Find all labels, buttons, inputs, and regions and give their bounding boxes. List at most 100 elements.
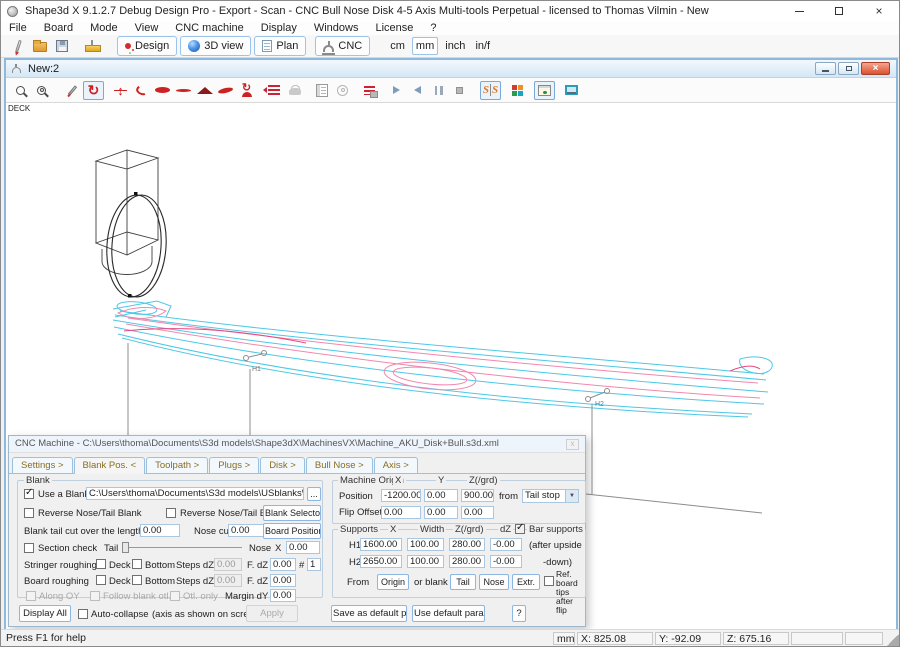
color-panels-button[interactable]	[507, 81, 528, 100]
slider-handle[interactable]	[122, 542, 129, 553]
origin-button[interactable]: Origin	[377, 574, 409, 590]
minimize-button[interactable]	[779, 1, 819, 21]
board-position-button[interactable]: Board Position	[263, 523, 321, 539]
h2-dz-field[interactable]: -0.00	[490, 555, 522, 568]
h1-x-field[interactable]: 1600.00	[360, 538, 402, 551]
flip-y-field[interactable]: 0.00	[424, 506, 458, 519]
h2-width-field[interactable]: 100.00	[407, 555, 444, 568]
from-dropdown[interactable]: Tail stop ▼	[522, 489, 579, 503]
dialog-titlebar[interactable]: CNC Machine - C:\Users\thoma\Documents\S…	[9, 436, 585, 453]
3d-view-button[interactable]: 3D view	[180, 36, 251, 56]
open-button[interactable]	[29, 36, 51, 56]
extr-button[interactable]: Extr.	[512, 574, 540, 590]
scale-vertical-button[interactable]: ↕	[110, 81, 131, 100]
tab-bull-nose[interactable]: Bull Nose >	[306, 457, 373, 473]
bar-supports-checkbox[interactable]	[515, 524, 525, 534]
h1-z-field[interactable]: 280.00	[449, 538, 485, 551]
profile-view-button[interactable]	[173, 81, 194, 100]
save-default-button[interactable]: Save as default param.	[331, 605, 407, 622]
flip-x-field[interactable]: 0.00	[381, 506, 421, 519]
h1-width-field[interactable]: 100.00	[407, 538, 444, 551]
resize-grip[interactable]	[887, 634, 899, 646]
board-bottom-checkbox[interactable]	[132, 575, 142, 585]
scan-export-button[interactable]	[81, 36, 103, 56]
nose-button[interactable]: Nose	[479, 574, 509, 590]
fullscreen-button[interactable]	[561, 81, 582, 100]
zoom-window-button[interactable]	[31, 81, 52, 100]
menu-file[interactable]: File	[9, 22, 27, 34]
tab-blank-pos[interactable]: Blank Pos. <	[74, 457, 146, 474]
tab-disk[interactable]: Disk >	[260, 457, 305, 473]
reverse-blank-checkbox[interactable]	[24, 508, 34, 518]
section-position-slider[interactable]	[122, 542, 242, 553]
outline-view-button[interactable]	[152, 81, 173, 100]
guidelines-button[interactable]: SS	[480, 81, 501, 100]
rotate-3d-button[interactable]: ↻	[83, 81, 104, 100]
reverse-board-checkbox[interactable]	[166, 508, 176, 518]
blank-path-field[interactable]: C:\Users\thoma\Documents\S3d models\USbl…	[86, 487, 304, 500]
rocker-view-button[interactable]	[131, 81, 152, 100]
blank-selector-button[interactable]: Blank Selector	[263, 505, 321, 521]
menu-cnc-machine[interactable]: CNC machine	[175, 22, 243, 34]
h2-x-field[interactable]: 2650.00	[360, 555, 402, 568]
tab-plugs[interactable]: Plugs >	[209, 457, 259, 473]
section-x-field[interactable]: 0.00	[286, 541, 320, 554]
stringer-steps-field[interactable]: 0.00	[214, 558, 242, 571]
doc-restore-button[interactable]	[838, 62, 859, 75]
position-z-field[interactable]: 900.00	[461, 489, 494, 502]
browse-blank-button[interactable]: ...	[307, 487, 321, 501]
document-titlebar[interactable]: New:2 ×	[6, 60, 896, 78]
tab-axis[interactable]: Axis >	[374, 457, 418, 473]
maximize-button[interactable]	[819, 1, 859, 21]
dialog-close-button[interactable]: x	[566, 439, 579, 450]
board-steps-field[interactable]: 0.00	[214, 574, 242, 587]
tab-settings[interactable]: Settings >	[12, 457, 73, 473]
layers-button[interactable]	[263, 81, 284, 100]
board-fdz-field[interactable]: 0.00	[270, 574, 296, 587]
step-back-button[interactable]	[407, 81, 428, 100]
preview-button[interactable]	[534, 81, 555, 100]
flip-z-field[interactable]: 0.00	[461, 506, 494, 519]
auto-collapse-checkbox[interactable]	[78, 609, 88, 619]
menu-board[interactable]: Board	[44, 22, 73, 34]
h1-dz-field[interactable]: -0.00	[490, 538, 522, 551]
menu-display[interactable]: Display	[261, 22, 297, 34]
menu-view[interactable]: View	[135, 22, 159, 34]
tab-toolpath[interactable]: Toolpath >	[146, 457, 208, 473]
stringer-bottom-checkbox[interactable]	[132, 559, 142, 569]
menu-license[interactable]: License	[375, 22, 413, 34]
section-view-button[interactable]	[194, 81, 215, 100]
use-a-blank-checkbox[interactable]	[24, 489, 34, 499]
doc-close-button[interactable]: ×	[861, 62, 890, 75]
plan-button[interactable]: Plan	[254, 36, 306, 56]
stringer-count-field[interactable]: 1	[307, 558, 321, 571]
pause-button[interactable]	[428, 81, 449, 100]
viewport-canvas[interactable]: DECK	[6, 103, 896, 629]
position-x-field[interactable]: -1200.00	[381, 489, 421, 502]
display-all-button[interactable]: Display All	[19, 605, 71, 622]
apply-button[interactable]: Apply	[246, 605, 298, 622]
stringer-deck-checkbox[interactable]	[96, 559, 106, 569]
save-button[interactable]	[51, 36, 73, 56]
board-deck-checkbox[interactable]	[96, 575, 106, 585]
use-default-button[interactable]: Use default param.	[412, 605, 485, 622]
zoom-in-button[interactable]	[10, 81, 31, 100]
h2-z-field[interactable]: 280.00	[449, 555, 485, 568]
unit-mm[interactable]: mm	[412, 37, 438, 55]
section-check-checkbox[interactable]	[24, 543, 34, 553]
margin-dy-field[interactable]: 0.00	[270, 589, 296, 602]
unit-inch[interactable]: inch	[442, 38, 468, 54]
from-dropdown-value[interactable]: Tail stop	[522, 489, 566, 503]
stop-button[interactable]	[449, 81, 470, 100]
play-button[interactable]	[386, 81, 407, 100]
unit-cm[interactable]: cm	[387, 38, 408, 54]
stylus-button[interactable]	[7, 36, 29, 56]
menu-mode[interactable]: Mode	[90, 22, 118, 34]
cnc-button[interactable]: CNC	[315, 36, 370, 56]
cutlist-button[interactable]	[359, 81, 380, 100]
doc-minimize-button[interactable]	[815, 62, 836, 75]
ref-board-checkbox[interactable]	[544, 576, 554, 586]
dialog-help-button[interactable]: ?	[512, 605, 526, 622]
dropdown-arrow-icon[interactable]: ▼	[566, 489, 579, 503]
flip-board-button[interactable]: ↻	[236, 81, 257, 100]
